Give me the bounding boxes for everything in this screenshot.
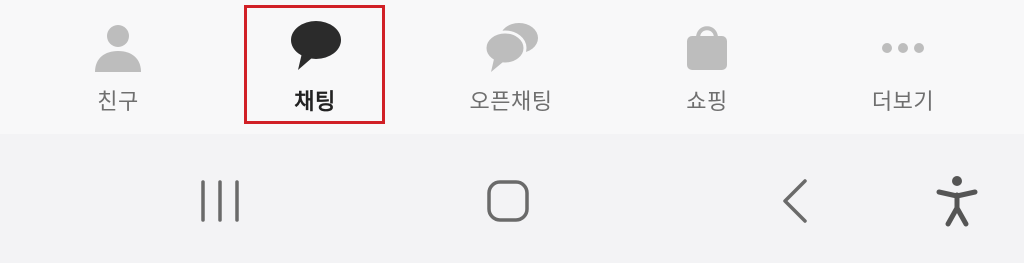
screen: 친구 채팅 오픈채팅 쇼핑 더보기 [0,0,1024,263]
tab-open-chat[interactable]: 오픈채팅 [421,0,601,134]
more-dots-icon [882,43,924,53]
accessibility-icon [936,176,978,227]
bottom-tab-bar: 친구 채팅 오픈채팅 쇼핑 더보기 [0,0,1024,134]
tab-shopping-label: 쇼핑 [686,90,728,115]
tab-open-chat-label: 오픈채팅 [469,90,553,115]
accessibility-button[interactable] [927,172,987,232]
tab-chats[interactable]: 채팅 [225,0,405,134]
shopping-bag-icon [687,26,727,70]
tab-chats-label: 채팅 [294,90,336,115]
person-icon [95,25,141,72]
back-button[interactable] [766,172,826,232]
back-icon [783,179,807,223]
tab-shopping[interactable]: 쇼핑 [617,0,797,134]
home-icon [487,180,529,222]
system-nav-bar [0,134,1024,263]
recents-icon [201,180,239,222]
tab-friends-label: 친구 [97,90,139,115]
home-button[interactable] [478,172,538,232]
open-chat-icon [483,23,538,72]
tab-more[interactable]: 더보기 [813,0,993,134]
recents-button[interactable] [190,172,250,232]
tab-more-label: 더보기 [871,90,935,115]
tab-friends[interactable]: 친구 [28,0,208,134]
chat-bubble-icon [291,21,341,70]
